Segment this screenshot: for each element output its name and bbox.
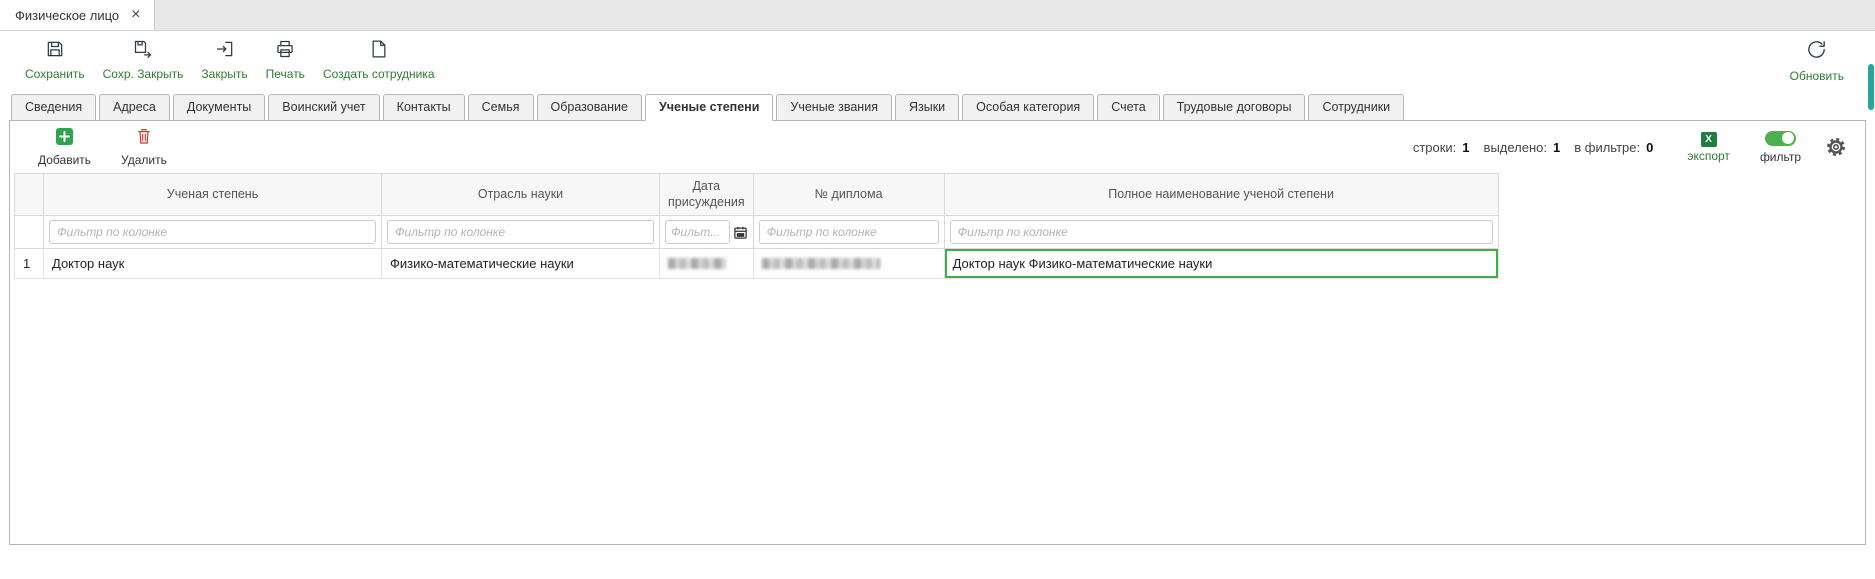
excel-icon: X bbox=[1701, 132, 1717, 147]
window-tab-person[interactable]: Физическое лицо × bbox=[0, 0, 155, 30]
refresh-icon bbox=[1805, 38, 1828, 66]
table-header-row: Ученая степень Отрасль науки Дата присуж… bbox=[15, 174, 1499, 216]
save-close-button-label: Сохр. Закрыть bbox=[103, 67, 184, 81]
create-employee-button-label: Создать сотрудника bbox=[323, 67, 435, 81]
tab-semya[interactable]: Семья bbox=[468, 94, 534, 121]
export-excel-button[interactable]: X экспорт bbox=[1687, 132, 1730, 163]
selected-count-label: выделено: bbox=[1484, 140, 1547, 155]
filter-input-award-date[interactable] bbox=[665, 220, 730, 244]
tab-uchenye-zvaniya[interactable]: Ученые звания bbox=[776, 94, 892, 121]
save-button[interactable]: Сохранить bbox=[16, 35, 94, 85]
col-diploma-number[interactable]: № диплома bbox=[753, 174, 944, 216]
close-button[interactable]: Закрыть bbox=[192, 35, 256, 85]
calendar-icon[interactable] bbox=[733, 225, 748, 240]
add-row-label: Добавить bbox=[38, 153, 91, 167]
window-tab-bar: Физическое лицо × bbox=[0, 0, 1875, 31]
document-icon bbox=[369, 39, 389, 64]
grid-toolbar: Добавить Удалить строки: 1 выделено: 1 в… bbox=[10, 121, 1865, 173]
settings-gear-icon[interactable] bbox=[1825, 136, 1847, 158]
delete-row-label: Удалить bbox=[121, 153, 167, 167]
cell-science-branch[interactable]: Физико-математические науки bbox=[382, 249, 660, 279]
plus-icon bbox=[56, 128, 73, 150]
filter-input-science-branch[interactable] bbox=[387, 220, 654, 244]
tab-voinskiy-uchet[interactable]: Воинский учет bbox=[268, 94, 379, 121]
tab-sotrudniki[interactable]: Сотрудники bbox=[1308, 94, 1404, 121]
export-label: экспорт bbox=[1687, 149, 1730, 163]
filter-cell-empty bbox=[15, 216, 44, 249]
filter-toggle[interactable] bbox=[1765, 131, 1796, 146]
add-row-button[interactable]: Добавить bbox=[38, 128, 91, 167]
tab-dokumenty[interactable]: Документы bbox=[173, 94, 265, 121]
print-button-label: Печать bbox=[266, 67, 305, 81]
refresh-button-label: Обновить bbox=[1790, 69, 1844, 83]
section-tabs: Сведения Адреса Документы Воинский учет … bbox=[9, 91, 1866, 121]
close-tab-icon[interactable]: × bbox=[131, 7, 140, 23]
delete-row-button[interactable]: Удалить bbox=[121, 127, 167, 167]
window-tab-title: Физическое лицо bbox=[15, 8, 119, 23]
grid-stats: строки: 1 выделено: 1 в фильтре: 0 bbox=[1413, 140, 1662, 155]
filter-input-full-name[interactable] bbox=[950, 220, 1493, 244]
degrees-table: Ученая степень Отрасль науки Дата присуж… bbox=[14, 173, 1499, 279]
save-close-icon bbox=[133, 39, 153, 64]
scrollbar-thumb[interactable] bbox=[1868, 64, 1874, 110]
save-button-label: Сохранить bbox=[25, 67, 85, 81]
redacted-award-date bbox=[668, 258, 726, 269]
toggle-knob bbox=[1782, 132, 1794, 144]
filter-input-degree[interactable] bbox=[49, 220, 376, 244]
tab-uchenye-stepeni[interactable]: Ученые степени bbox=[645, 94, 773, 121]
redacted-diploma-number bbox=[762, 258, 880, 269]
col-degree[interactable]: Ученая степень bbox=[44, 174, 382, 216]
cell-award-date[interactable] bbox=[660, 249, 754, 279]
col-full-name[interactable]: Полное наименование ученой степени bbox=[944, 174, 1498, 216]
tab-osobaya-kategoriya[interactable]: Особая категория bbox=[962, 94, 1094, 121]
rows-count-value: 1 bbox=[1462, 140, 1469, 155]
cell-row-number[interactable]: 1 bbox=[15, 249, 44, 279]
filtered-count-value: 0 bbox=[1646, 140, 1653, 155]
tab-yazyki[interactable]: Языки bbox=[895, 94, 959, 121]
trash-icon bbox=[136, 127, 152, 150]
filter-toggle-label: фильтр bbox=[1760, 150, 1801, 164]
cell-degree[interactable]: Доктор наук bbox=[44, 249, 382, 279]
tab-obrazovanie[interactable]: Образование bbox=[537, 94, 642, 121]
tab-kontakty[interactable]: Контакты bbox=[383, 94, 465, 121]
col-science-branch[interactable]: Отрасль науки bbox=[382, 174, 660, 216]
filter-input-diploma-number[interactable] bbox=[759, 220, 939, 244]
selected-count-value: 1 bbox=[1553, 140, 1560, 155]
tab-svedeniya[interactable]: Сведения bbox=[11, 94, 96, 121]
save-icon bbox=[45, 39, 65, 64]
table-row[interactable]: 1 Доктор наук Физико-математические наук… bbox=[15, 249, 1499, 279]
tab-scheta[interactable]: Счета bbox=[1097, 94, 1159, 121]
rows-count-label: строки: bbox=[1413, 140, 1456, 155]
close-button-label: Закрыть bbox=[201, 67, 247, 81]
row-number-header bbox=[15, 174, 44, 216]
app-window: Физическое лицо × Сохранить Сохр. Закрыт… bbox=[0, 0, 1875, 545]
cell-full-name[interactable]: Доктор наук Физико-математические науки bbox=[944, 249, 1498, 279]
filtered-count-label: в фильтре: bbox=[1574, 140, 1640, 155]
save-close-button[interactable]: Сохр. Закрыть bbox=[94, 35, 193, 85]
print-button[interactable]: Печать bbox=[257, 35, 314, 85]
tab-adresa[interactable]: Адреса bbox=[99, 94, 170, 121]
exit-door-icon bbox=[215, 39, 235, 64]
printer-icon bbox=[275, 39, 295, 64]
refresh-button[interactable]: Обновить bbox=[1781, 34, 1853, 87]
filter-row bbox=[15, 216, 1499, 249]
content-panel: Добавить Удалить строки: 1 выделено: 1 в… bbox=[9, 121, 1866, 545]
tab-trudovye-dogovory[interactable]: Трудовые договоры bbox=[1163, 94, 1306, 121]
create-employee-button[interactable]: Создать сотрудника bbox=[314, 35, 444, 85]
cell-diploma-number[interactable] bbox=[753, 249, 944, 279]
main-toolbar: Сохранить Сохр. Закрыть Закрыть Печать С… bbox=[0, 31, 1875, 89]
col-award-date[interactable]: Дата присуждения bbox=[660, 174, 754, 216]
filter-toggle-group: фильтр bbox=[1760, 131, 1801, 164]
